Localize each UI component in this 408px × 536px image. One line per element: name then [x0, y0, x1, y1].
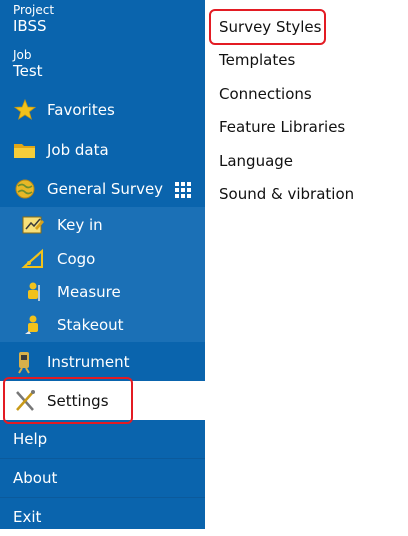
sidebar-item-instrument[interactable]: Instrument: [0, 343, 205, 381]
instrument-icon: [13, 350, 37, 374]
menu-item-templates[interactable]: Templates: [219, 51, 295, 69]
measure-icon: [21, 281, 45, 303]
sidebar-item-exit[interactable]: Exit: [0, 498, 205, 536]
sidebar-item-about[interactable]: About: [0, 459, 205, 497]
key-in-icon: [21, 214, 45, 236]
sidebar-item-label: Help: [13, 430, 48, 448]
sidebar-item-label: Job data: [47, 141, 109, 159]
sidebar-item-help[interactable]: Help: [0, 420, 205, 458]
sidebar: Project IBSS Job Test Favorites Job data…: [0, 0, 205, 529]
sidebar-item-favorites[interactable]: Favorites: [0, 91, 205, 129]
menu-item-sound-vibration[interactable]: Sound & vibration: [219, 185, 354, 203]
globe-icon: [13, 177, 37, 201]
folder-icon: [13, 138, 37, 162]
sidebar-item-label: Measure: [57, 282, 121, 301]
sidebar-item-label: Exit: [13, 508, 42, 526]
project-info: Project IBSS: [13, 3, 54, 35]
menu-item-feature-libraries[interactable]: Feature Libraries: [219, 118, 345, 136]
sidebar-item-label: General Survey: [47, 180, 164, 198]
sidebar-item-job-data[interactable]: Job data: [0, 131, 205, 169]
sidebar-item-label: Favorites: [47, 101, 115, 119]
project-name: IBSS: [13, 17, 47, 35]
stakeout-icon: [21, 314, 45, 336]
job-label: Job: [13, 48, 32, 62]
job-name: Test: [13, 62, 43, 80]
settings-menu: Survey Styles Templates Connections Feat…: [205, 0, 408, 529]
project-label: Project: [13, 3, 55, 17]
sidebar-item-label: Instrument: [47, 353, 130, 371]
sidebar-item-stakeout[interactable]: Stakeout: [0, 308, 205, 342]
star-icon: [13, 98, 37, 122]
settings-highlight: [3, 377, 133, 424]
sidebar-item-general-survey[interactable]: General Survey: [0, 170, 205, 208]
sidebar-item-key-in[interactable]: Key in: [0, 207, 205, 242]
sidebar-item-measure[interactable]: Measure: [0, 275, 205, 308]
job-info: Job Test: [13, 48, 43, 80]
sidebar-item-cogo[interactable]: Cogo: [0, 242, 205, 275]
grid-menu-icon[interactable]: [175, 182, 191, 198]
cogo-icon: [21, 248, 45, 270]
sidebar-item-label: Cogo: [57, 249, 96, 268]
survey-styles-highlight: [209, 9, 326, 45]
sidebar-item-label: About: [13, 469, 58, 487]
sidebar-item-label: Stakeout: [57, 316, 124, 334]
menu-item-language[interactable]: Language: [219, 152, 293, 170]
menu-item-connections[interactable]: Connections: [219, 85, 312, 103]
sidebar-item-label: Key in: [57, 215, 103, 234]
